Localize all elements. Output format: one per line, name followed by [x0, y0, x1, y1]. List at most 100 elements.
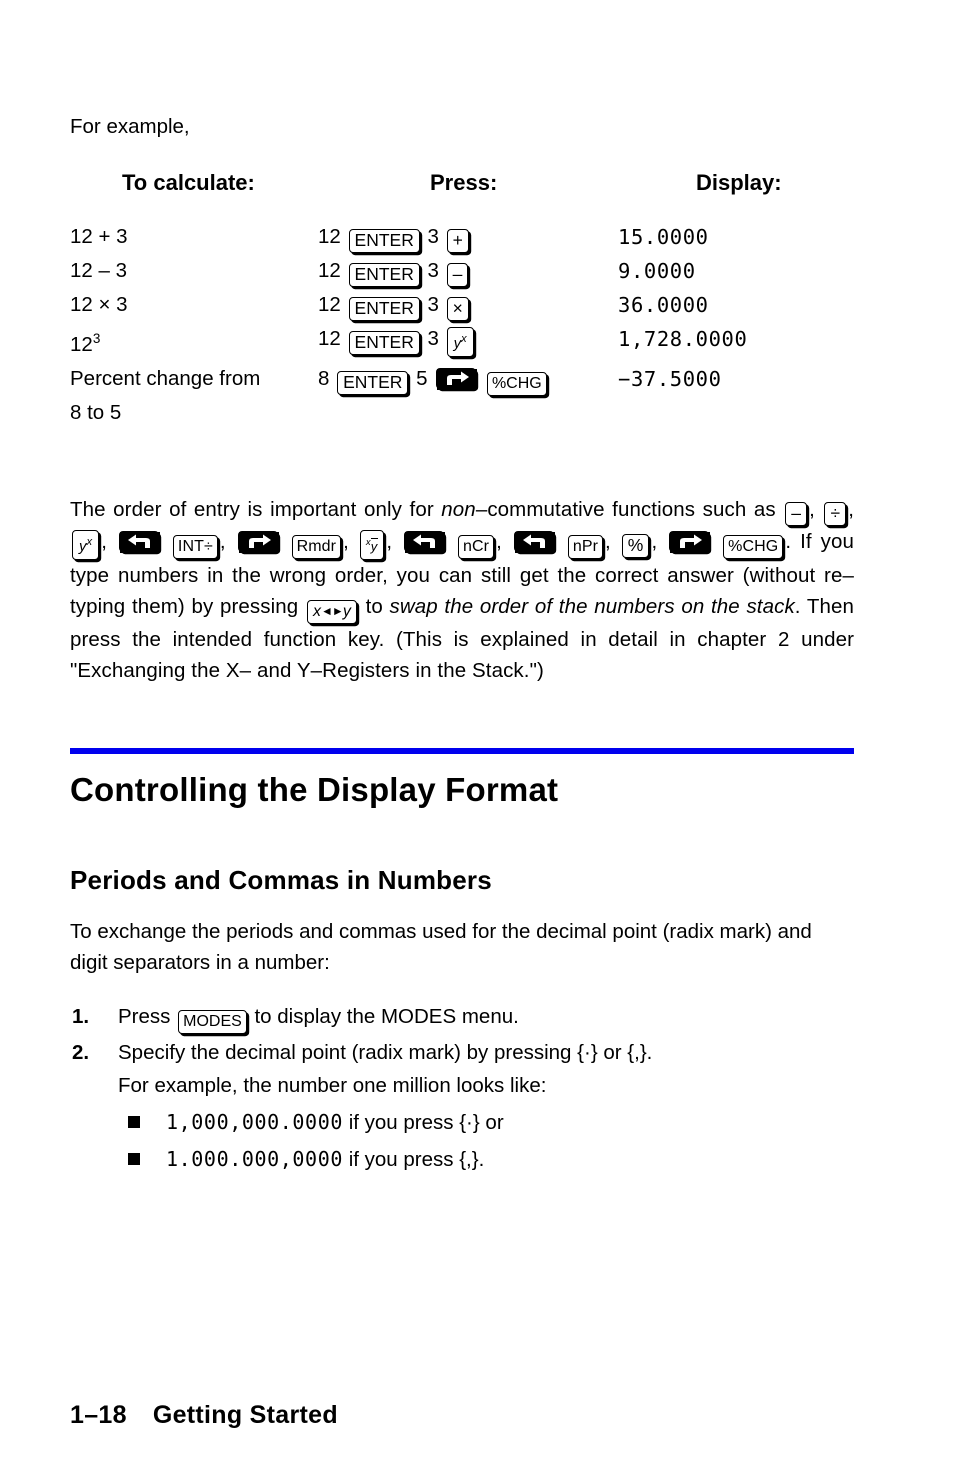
calc-base: 12 — [70, 332, 93, 356]
key-percent-change[interactable]: %CHG — [723, 534, 784, 559]
page-content: For example, To calculate: Press: Displa… — [70, 112, 854, 1180]
key-minus[interactable]: – — [446, 263, 469, 287]
press-operand-1: 8 — [318, 366, 330, 390]
key-minus[interactable]: – — [785, 501, 808, 526]
display-value: −37.5000 — [618, 366, 722, 391]
key-modes[interactable]: MODES — [178, 1009, 247, 1034]
key-enter[interactable]: ENTER — [348, 229, 420, 253]
calc-expression: Percent change from 8 to 5 — [70, 362, 318, 430]
right-shift-icon[interactable] — [436, 367, 478, 390]
table-row: Percent change from 8 to 5 8 ENTER 5 %CH… — [70, 362, 854, 430]
calc-expression: 12 + 3 — [70, 225, 128, 248]
key-x-label: x — [86, 535, 93, 548]
right-shift-arrow-glyph — [437, 368, 478, 390]
key-multiply[interactable]: × — [446, 297, 469, 321]
right-shift-arrow-glyph — [670, 531, 711, 553]
press-operand-2: 5 — [416, 366, 428, 390]
subsection-intro-paragraph: To exchange the periods and commas used … — [70, 919, 812, 974]
key-root-radicand: y — [370, 537, 379, 554]
list-item: 1.000.000,0000 if you press {,}. — [118, 1141, 854, 1178]
table-row: 123 12 ENTER 3 yx 1,728.0000 — [70, 322, 854, 362]
calc-exponent: 3 — [92, 331, 101, 346]
column-header-press: Press: — [430, 170, 498, 195]
order-of-entry-paragraph: The order of entry is important only for… — [70, 497, 854, 682]
section-rule — [70, 747, 854, 754]
key-xth-root-of-y[interactable]: xy — [359, 529, 385, 560]
list-item: 2. Specify the decimal point (radix mark… — [70, 1036, 854, 1178]
table-row: 12 × 3 12 ENTER 3 × 36.0000 — [70, 288, 854, 322]
right-shift-icon[interactable] — [237, 530, 279, 553]
key-integer-divide[interactable]: INT÷ — [172, 534, 218, 559]
display-value: 36.0000 — [618, 293, 709, 317]
key-plus[interactable]: + — [446, 229, 469, 253]
key-npr[interactable]: nPr — [567, 534, 604, 559]
key-y-to-the-x[interactable]: yx — [72, 529, 100, 560]
order-text-3: –commutative functions such as — [475, 497, 784, 521]
left-shift-arrow-glyph — [119, 531, 160, 553]
footer-page-number: 1–18 — [70, 1401, 127, 1429]
press-operand-1: 12 — [318, 293, 341, 316]
step-text-line-1: Specify the decimal point (radix mark) b… — [118, 1040, 653, 1064]
examples-bullet-list: 1,000,000.0000 if you press {·} or 1.000… — [118, 1104, 854, 1178]
key-y-label: y — [342, 602, 351, 620]
key-root-index: x — [365, 536, 371, 548]
right-shift-icon[interactable] — [669, 530, 711, 553]
calc-expression: 123 — [70, 322, 318, 362]
press-operand-2: 3 — [427, 293, 439, 316]
calc-expression: 12 × 3 — [70, 293, 128, 316]
press-sequence: 8 ENTER 5 %CHG — [318, 362, 570, 430]
order-text-5: to — [358, 594, 390, 618]
left-shift-icon[interactable] — [118, 530, 160, 553]
step-number: 2. — [72, 1040, 90, 1064]
column-header-to-calculate: To calculate: — [122, 170, 255, 195]
press-operand-2: 3 — [427, 225, 439, 248]
bullet-text: if you press {,}. — [348, 1147, 485, 1171]
display-value: 15.0000 — [618, 225, 709, 249]
table-row: 12 – 3 12 ENTER 3 – 9.0000 — [70, 254, 854, 288]
key-swap-x-y[interactable]: x◄►y — [306, 599, 357, 624]
key-enter[interactable]: ENTER — [337, 370, 409, 395]
right-shift-arrow-glyph — [238, 531, 279, 553]
keystroke-example-table: To calculate: Press: Display: 12 + 3 12 … — [70, 170, 854, 430]
column-header-display: Display: — [696, 170, 782, 195]
list-item: 1. Press MODES to display the MODES menu… — [70, 1000, 854, 1034]
key-percent-change[interactable]: %CHG — [486, 371, 547, 396]
key-enter[interactable]: ENTER — [348, 297, 420, 321]
left-shift-icon[interactable] — [404, 530, 446, 553]
press-operand-2: 3 — [427, 327, 439, 350]
key-y-to-the-x[interactable]: yx — [446, 327, 474, 357]
display-value: 9.0000 — [618, 259, 696, 283]
key-x-label: x — [312, 602, 322, 620]
order-text-swap-italic: swap the order of the numbers on the sta… — [389, 594, 795, 618]
key-divide[interactable]: ÷ — [824, 501, 847, 526]
square-bullet-icon — [128, 1152, 140, 1165]
key-enter[interactable]: ENTER — [348, 331, 420, 355]
calc-line-1: Percent change from — [70, 366, 261, 390]
table-head: To calculate: Press: Display: — [70, 170, 854, 220]
press-operand-1: 12 — [318, 225, 341, 248]
bullet-lcd-value: 1.000.000,0000 — [166, 1146, 343, 1171]
bullet-text: if you press {·} or — [348, 1110, 504, 1134]
press-operand-2: 3 — [427, 259, 439, 282]
intro-lead: For example, — [70, 115, 190, 138]
key-ncr[interactable]: nCr — [458, 534, 495, 559]
key-remainder[interactable]: Rmdr — [291, 534, 342, 559]
page-footer: 1–18 Getting Started — [70, 1401, 338, 1430]
steps-list: 1. Press MODES to display the MODES menu… — [70, 1000, 854, 1178]
table-row: 12 + 3 12 ENTER 3 + 15.0000 — [70, 220, 854, 254]
subsection-title: Periods and Commas in Numbers — [70, 864, 492, 895]
press-sequence: 12 ENTER 3 yx — [318, 322, 570, 362]
key-enter[interactable]: ENTER — [348, 263, 420, 287]
key-y-label: y — [79, 537, 87, 555]
key-percent[interactable]: % — [621, 533, 650, 558]
order-text-1: The order of entry is important only for — [70, 497, 442, 521]
order-text-non-italic: non — [441, 497, 476, 521]
page-title: Controlling the Display Format — [70, 770, 559, 808]
press-operand-1: 12 — [318, 259, 341, 282]
table-header-row: To calculate: Press: Display: — [70, 170, 854, 220]
press-sequence: 12 ENTER 3 + — [318, 220, 570, 254]
square-bullet-icon — [128, 1115, 140, 1128]
left-shift-icon[interactable] — [513, 530, 555, 553]
step-text-pre: Press — [118, 1004, 177, 1028]
footer-chapter-title: Getting Started — [152, 1401, 338, 1429]
